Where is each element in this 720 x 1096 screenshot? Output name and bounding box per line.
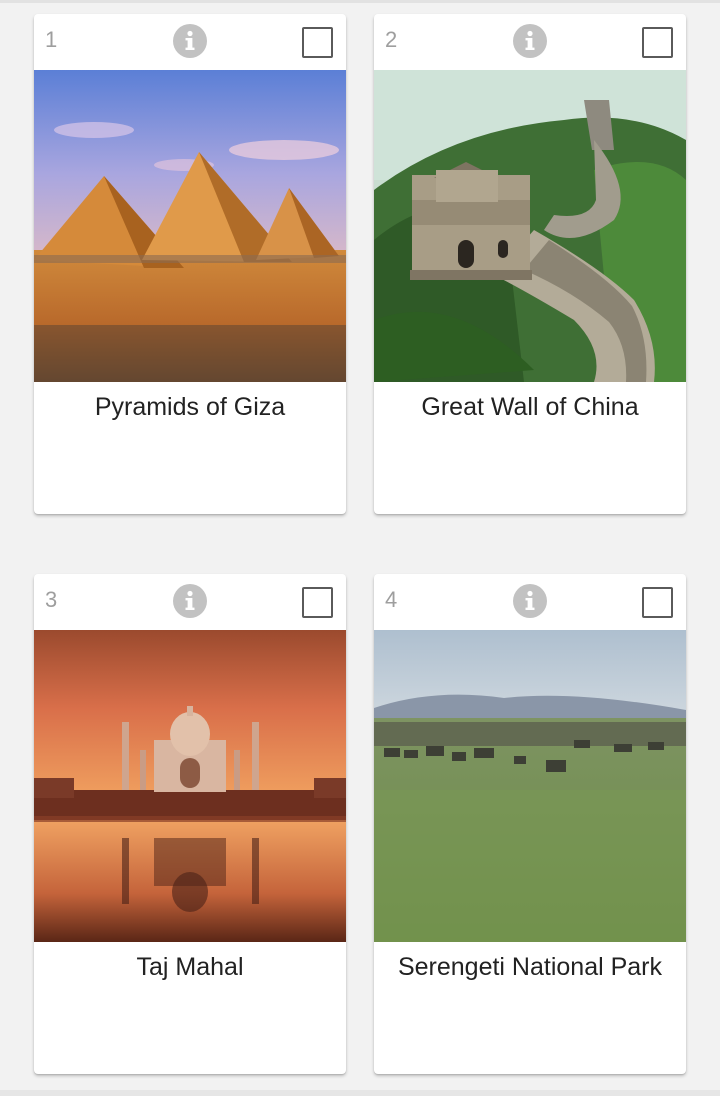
landmark-card[interactable]: 2 Great Wall of China [374,14,686,514]
select-checkbox[interactable] [302,587,333,618]
info-icon[interactable] [513,584,547,618]
select-checkbox[interactable] [642,27,673,58]
card-title: Taj Mahal [136,953,244,981]
info-icon[interactable] [513,24,547,58]
select-checkbox[interactable] [642,587,673,618]
serengeti-image [374,630,686,942]
info-icon[interactable] [173,24,207,58]
taj-mahal-image [34,630,346,942]
card-number: 2 [385,27,398,52]
card-number: 3 [45,587,58,612]
select-checkbox[interactable] [302,27,333,58]
landmark-card-grid: 1 Pyramids of Giza 2 Great Wall of China… [0,0,720,1096]
great-wall-image [374,70,686,382]
info-icon[interactable] [173,584,207,618]
landmark-card[interactable]: 4 Serengeti National Park [374,574,686,1074]
landmark-card[interactable]: 3 Taj Mahal [34,574,346,1074]
landmark-card[interactable]: 1 Pyramids of Giza [34,14,346,514]
card-title: Great Wall of China [421,393,639,421]
card-number: 1 [45,27,58,52]
top-divider [0,0,720,3]
card-number: 4 [385,587,398,612]
card-title: Pyramids of Giza [94,393,286,421]
bottom-divider [0,1090,720,1096]
pyramids-image [34,70,346,382]
card-title: Serengeti National Park [397,953,663,981]
